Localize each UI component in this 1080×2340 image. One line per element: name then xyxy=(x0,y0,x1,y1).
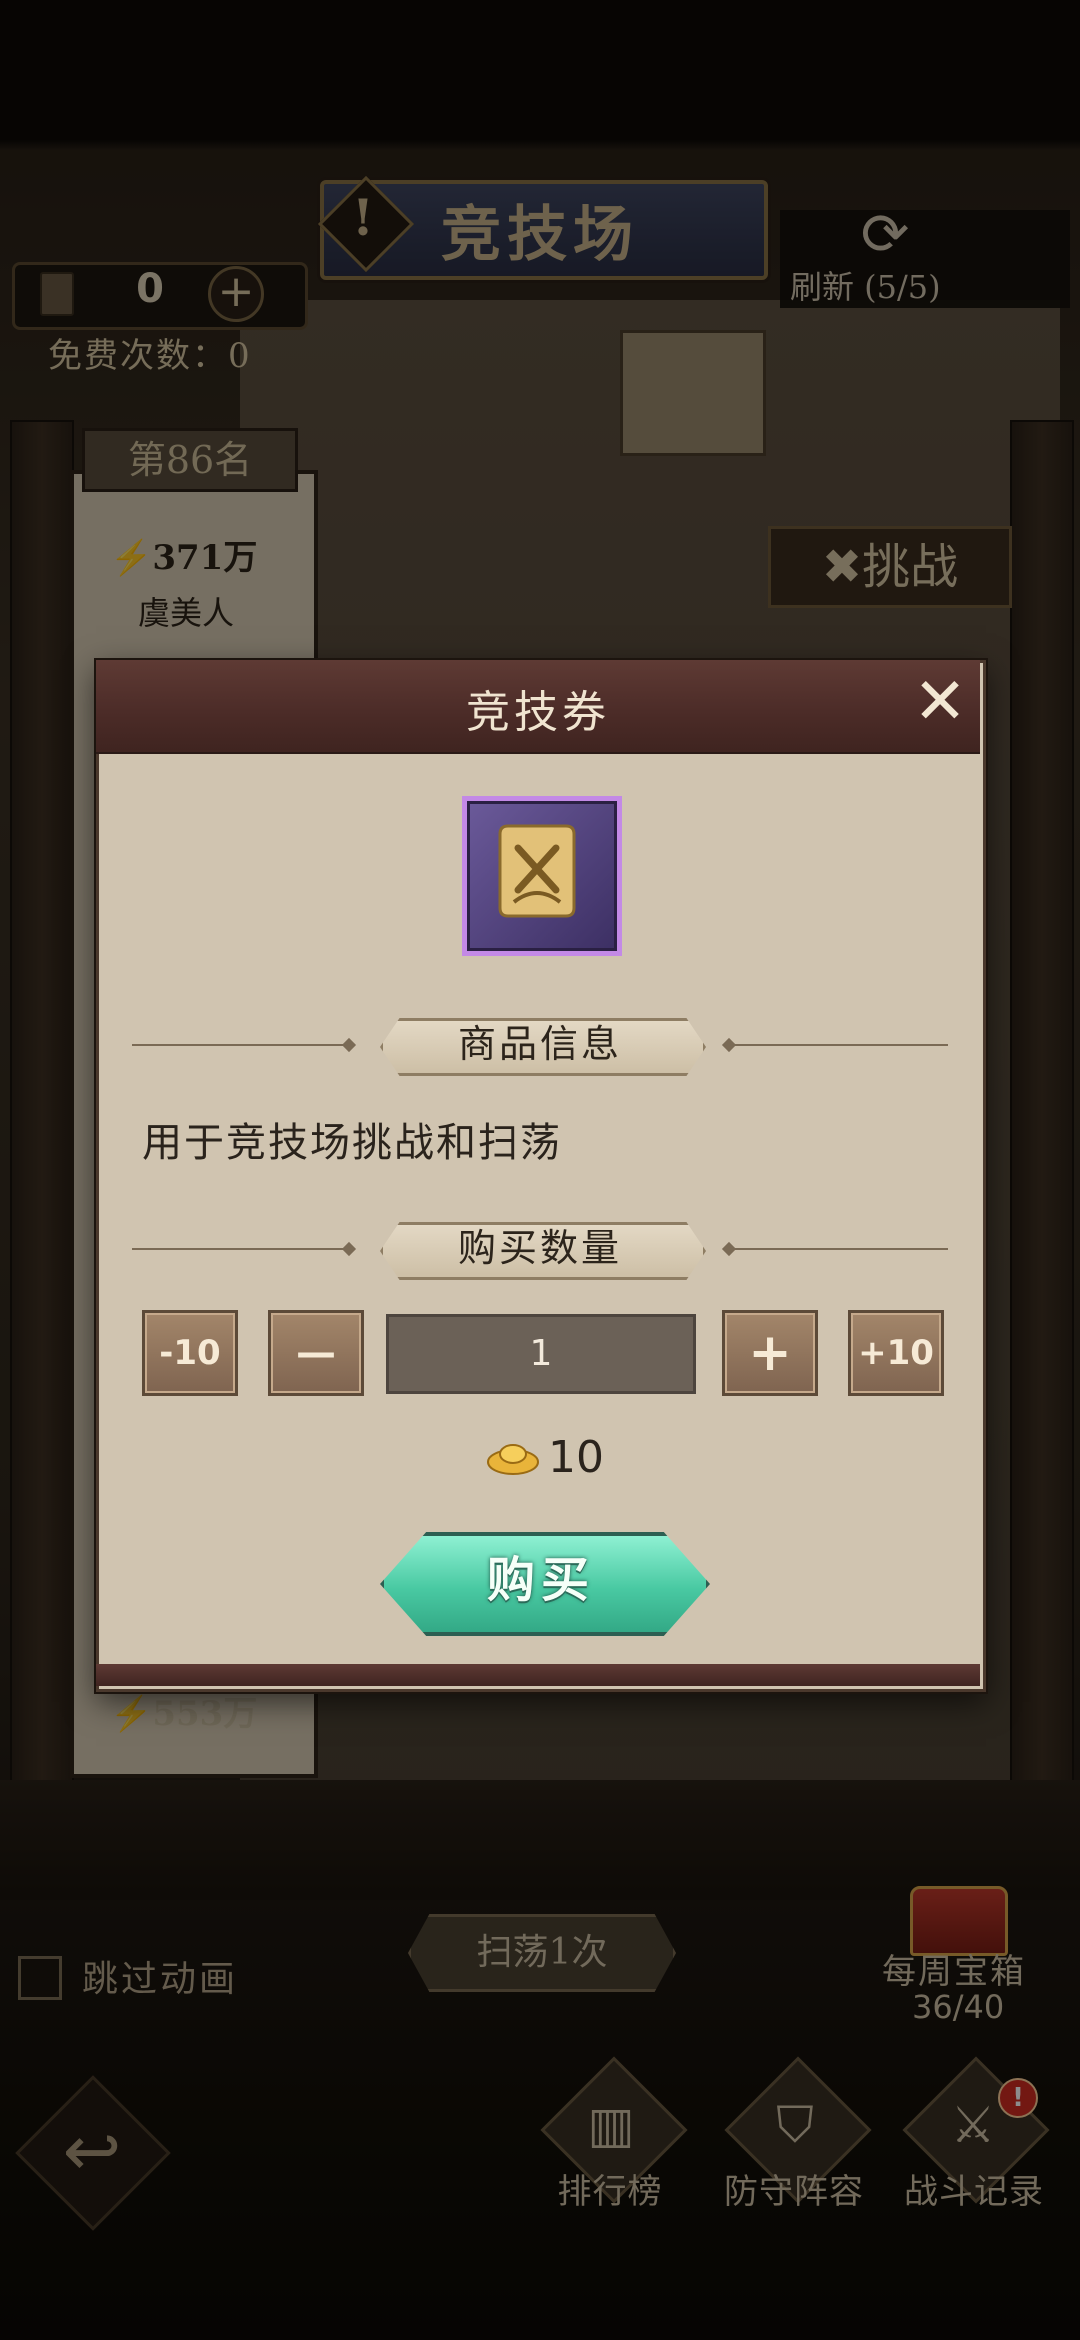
plus-10-button[interactable]: +10 xyxy=(848,1310,944,1396)
arena-ticket-scroll-icon xyxy=(498,824,576,918)
quantity-input[interactable]: 1 xyxy=(386,1314,696,1394)
minus-button[interactable]: — xyxy=(268,1310,364,1396)
divider-line xyxy=(730,1248,948,1250)
dialog-title: 竞技券 xyxy=(466,687,610,738)
price-value: 10 xyxy=(548,1432,604,1483)
buy-button-label[interactable]: 购买 xyxy=(380,1532,702,1628)
minus-10-button[interactable]: -10 xyxy=(142,1310,238,1396)
divider-line xyxy=(132,1248,350,1250)
quantity-heading: 购买数量 xyxy=(457,1226,622,1270)
gold-ingot-icon xyxy=(487,1444,539,1475)
divider-line xyxy=(730,1044,948,1046)
close-button[interactable]: ✕ xyxy=(910,670,970,734)
plus-button[interactable]: + xyxy=(722,1310,818,1396)
divider-line xyxy=(132,1044,350,1046)
item-description: 用于竞技场挑战和扫荡 xyxy=(142,1120,562,1166)
dialog-footer-bar xyxy=(96,1664,980,1686)
item-info-heading: 商品信息 xyxy=(457,1022,622,1066)
